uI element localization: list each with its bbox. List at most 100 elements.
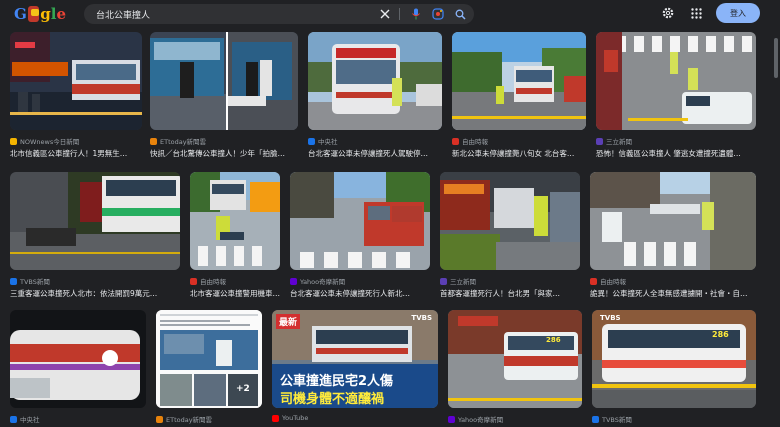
result-thumbnail[interactable] [10, 32, 142, 130]
result-thumbnail[interactable] [10, 310, 146, 408]
source-name: TVBS新聞 [602, 416, 632, 424]
image-result[interactable]: 三立新聞 恐怖！信義區公車撞人 肇逃女遭撞死遺體… [596, 32, 756, 162]
source-favicon-icon [592, 415, 599, 423]
image-result[interactable]: +2 ETtoday新聞雲 [156, 310, 262, 427]
image-result[interactable]: 最新 TVBS 公車撞進民宅2人傷 司機身體不適釀禍 YouTube [272, 310, 438, 427]
divider [399, 8, 400, 20]
image-result[interactable]: 自由時報 北市客運公車撞警用機車… [190, 172, 280, 302]
source-name: YouTube [282, 414, 309, 422]
result-source: 自由時報 [590, 276, 626, 286]
source-name: 自由時報 [200, 278, 226, 286]
result-thumbnail[interactable]: +2 [156, 310, 262, 408]
image-result[interactable]: 自由時報 詭異！公車撞死人全車無感遭擄開・社會・自… [590, 172, 756, 302]
result-title[interactable]: 新北公車未停讓撞斃八旬女 北台客… [452, 148, 586, 159]
image-result[interactable]: NOWnews今日新聞 北市信義區公車撞行人！1男無生… [10, 32, 142, 162]
header-actions: 登入 [660, 3, 760, 23]
source-name: Yahoo奇摩新聞 [458, 416, 504, 424]
result-thumbnail[interactable]: 最新 TVBS 公車撞進民宅2人傷 司機身體不適釀禍 [272, 310, 438, 408]
result-source: ETtoday新聞雲 [156, 414, 212, 424]
source-name: 三立新聞 [606, 138, 632, 146]
result-source: 中央社 [10, 414, 40, 424]
result-thumbnail[interactable] [10, 172, 180, 270]
result-thumbnail[interactable] [150, 32, 298, 130]
image-result[interactable]: 286 Yahoo奇摩新聞 [448, 310, 582, 427]
source-name: Yahoo奇摩新聞 [300, 278, 346, 286]
scrollbar-thumb[interactable] [774, 38, 778, 78]
image-result[interactable]: 中央社 台北客運公車未停讓撞死人駕駛停… [308, 32, 442, 162]
source-favicon-icon [10, 137, 17, 145]
source-favicon-icon [452, 137, 459, 145]
image-result[interactable]: 三立新聞 首都客運撞死行人！台北男「與家… [440, 172, 580, 302]
image-result[interactable]: ETtoday新聞雲 快訊／台北驚傳公車撞人！少年「拍臉… [150, 32, 298, 162]
source-name: TVBS新聞 [20, 278, 50, 286]
result-title[interactable]: 首都客運撞死行人！台北男「與家… [440, 288, 580, 299]
search-icon[interactable] [452, 6, 468, 22]
result-thumbnail[interactable]: TVBS 286 [592, 310, 756, 408]
source-name: ETtoday新聞雲 [160, 138, 207, 146]
result-source: 三立新聞 [596, 136, 632, 146]
result-source: TVBS新聞 [10, 276, 50, 286]
logo-letter: G [14, 4, 27, 23]
logo-letter: e [56, 4, 66, 23]
source-favicon-icon [190, 277, 197, 285]
result-title[interactable]: 北市客運公車撞警用機車… [190, 288, 280, 299]
google-doodle-logo[interactable]: G g l e [14, 3, 66, 25]
image-result[interactable]: Yahoo奇摩新聞 台北客運公車未停讓撞死行人新北… [290, 172, 430, 302]
tvbs-logo: TVBS [600, 314, 621, 322]
image-result[interactable]: TVBS 286 TVBS新聞 [592, 310, 756, 427]
result-thumbnail[interactable] [590, 172, 756, 270]
result-source: 三立新聞 [440, 276, 476, 286]
apps-icon[interactable] [688, 5, 704, 21]
source-favicon-icon [10, 415, 17, 423]
doodle-icon [27, 6, 40, 22]
image-result[interactable]: 自由時報 新北公車未停讓撞斃八旬女 北台客… [452, 32, 586, 162]
settings-icon[interactable] [660, 5, 676, 21]
result-source: 自由時報 [452, 136, 488, 146]
header: G g l e 台北公車撞人 登入 [0, 0, 780, 28]
source-name: 自由時報 [600, 278, 626, 286]
source-favicon-icon [156, 415, 163, 423]
headline-line1: 公車撞進民宅2人傷 [280, 374, 394, 389]
source-favicon-icon [290, 277, 297, 285]
mic-icon[interactable] [408, 6, 424, 22]
result-thumbnail[interactable] [440, 172, 580, 270]
scrollbar[interactable] [772, 28, 780, 427]
image-result[interactable]: TVBS新聞 三重客運公車撞死人北市：依法開罰9萬元… [10, 172, 180, 302]
result-thumbnail[interactable]: 286 [448, 310, 582, 408]
source-favicon-icon [10, 277, 17, 285]
lens-icon[interactable] [430, 6, 446, 22]
search-box[interactable]: 台北公車撞人 [84, 4, 474, 24]
image-result[interactable]: 中央社 [10, 310, 146, 427]
more-images-count: +2 [236, 384, 250, 394]
result-title[interactable]: 三重客運公車撞死人北市：依法開罰9萬元… [10, 288, 180, 299]
result-source: ETtoday新聞雲 [150, 136, 206, 146]
result-thumbnail[interactable] [596, 32, 756, 130]
result-title[interactable]: 恐怖！信義區公車撞人 肇逃女遭撞死遺體… [596, 148, 756, 159]
result-thumbnail[interactable] [290, 172, 430, 270]
result-title[interactable]: 詭異！公車撞死人全車無感遭擄開・社會・自… [590, 288, 756, 299]
clear-icon[interactable] [377, 6, 393, 22]
result-title[interactable]: 北市信義區公車撞行人！1男無生… [10, 148, 142, 159]
result-title[interactable]: 快訊／台北驚傳公車撞人！少年「拍臉… [150, 148, 298, 159]
source-name: 三立新聞 [450, 278, 476, 286]
result-thumbnail[interactable] [452, 32, 586, 130]
source-favicon-icon [596, 137, 603, 145]
result-title[interactable]: 台北客運公車未停讓撞死行人新北… [290, 288, 430, 299]
result-source: NOWnews今日新聞 [10, 136, 79, 146]
signin-button[interactable]: 登入 [716, 3, 760, 23]
source-name: 中央社 [20, 416, 40, 424]
result-source: Yahoo奇摩新聞 [448, 414, 503, 424]
bus-route-number: 286 [712, 330, 729, 339]
search-input[interactable]: 台北公車撞人 [96, 8, 377, 21]
result-title[interactable]: 台北客運公車未停讓撞死人駕駛停… [308, 148, 442, 159]
bus-route-number: 286 [546, 336, 561, 344]
logo-letter: g [40, 4, 51, 23]
source-favicon-icon [272, 414, 279, 422]
result-source: Yahoo奇摩新聞 [290, 276, 345, 286]
result-source: 自由時報 [190, 276, 226, 286]
result-thumbnail[interactable] [190, 172, 280, 270]
headline-line2: 司機身體不適釀禍 [280, 392, 385, 407]
result-thumbnail[interactable] [308, 32, 442, 130]
source-favicon-icon [448, 415, 455, 423]
tvbs-logo: TVBS [411, 314, 432, 322]
